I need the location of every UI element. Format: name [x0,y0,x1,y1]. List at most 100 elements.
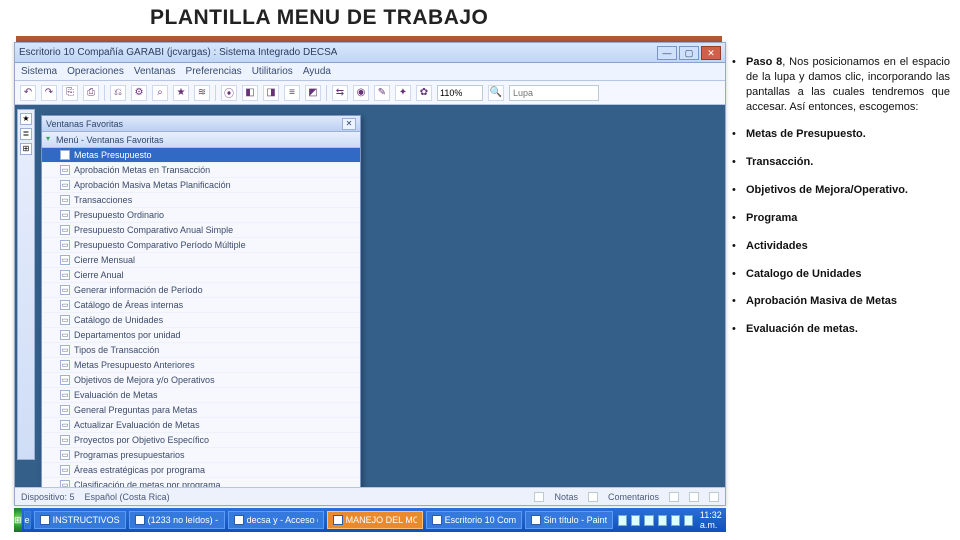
toolbar-icon-0[interactable]: ↶ [20,85,36,101]
favorite-item[interactable]: ▭Tipos de Transacción [42,343,360,358]
toolbar-icon-15[interactable]: ◉ [353,85,369,101]
favorite-label: Departamentos por unidad [74,330,181,340]
favorite-item[interactable]: ▭Cierre Mensual [42,253,360,268]
view-icon-3[interactable] [709,492,719,502]
toolbar-icon-4[interactable]: ⎌ [110,85,126,101]
toolbar-separator [104,85,105,101]
menu-ayuda[interactable]: Ayuda [303,66,331,77]
tray-icon-1[interactable] [631,515,640,526]
favorite-label: Evaluación de Metas [74,390,158,400]
favorite-item[interactable]: ▭Actualizar Evaluación de Metas [42,418,360,433]
favorites-close-icon[interactable]: ✕ [342,118,356,130]
favorite-item[interactable]: ▭Cierre Anual [42,268,360,283]
favorite-item[interactable]: ▭Presupuesto Comparativo Período Múltipl… [42,238,360,253]
side-tab-0[interactable]: ★ [20,113,32,125]
menu-operaciones[interactable]: Operaciones [67,66,124,77]
favorite-item[interactable]: ▭Generar información de Período [42,283,360,298]
instructions-panel: Paso 8, Nos posicionamos en el espacio d… [732,55,950,350]
toolbar-separator [326,85,327,101]
favorite-item[interactable]: ▭Presupuesto Ordinario [42,208,360,223]
instruction-bullet: Actividades [732,239,950,254]
favorite-item[interactable]: ▭Programas presupuestarios [42,448,360,463]
tray-icon-4[interactable] [671,515,680,526]
favorite-item[interactable]: ▭Metas Presupuesto Anteriores [42,358,360,373]
comments-icon[interactable] [588,492,598,502]
toolbar-icon-16[interactable]: ✎ [374,85,390,101]
slide-title: PLANTILLA MENU DE TRABAJO [150,6,488,30]
toolbar-icon-14[interactable]: ⇆ [332,85,348,101]
form-icon: ▭ [60,360,70,370]
favorite-item[interactable]: ▭Catálogo de Áreas internas [42,298,360,313]
menu-utilitarios[interactable]: Utilitarios [252,66,293,77]
maximize-button[interactable]: ▢ [679,46,699,60]
view-icon-1[interactable] [669,492,679,502]
favorite-item[interactable]: ▭Catálogo de Unidades [42,313,360,328]
toolbar-icon-11[interactable]: ◨ [263,85,279,101]
toolbar-icon-7[interactable]: ★ [173,85,189,101]
toolbar-icon-17[interactable]: ✦ [395,85,411,101]
tray-icon-3[interactable] [658,515,667,526]
tray-icon-2[interactable] [644,515,653,526]
toolbar-icon-18[interactable]: ✿ [416,85,432,101]
form-icon: ▭ [60,285,70,295]
menu-sistema[interactable]: Sistema [21,66,57,77]
favorite-label: Áreas estratégicas por programa [74,465,205,475]
app-window: Escritorio 10 Compañía GARABI (jcvargas)… [14,42,726,506]
favorite-item[interactable]: ▭Proyectos por Objetivo Específico [42,433,360,448]
favorite-item[interactable]: ▭Transacciones [42,193,360,208]
toolbar-icon-9[interactable]: ⦿ [221,85,237,101]
side-tab-2[interactable]: ⊞ [20,143,32,155]
favorites-window: Ventanas Favoritas ✕ Menú - Ventanas Fav… [41,115,361,495]
favorite-label: Presupuesto Comparativo Período Múltiple [74,240,246,250]
titlebar: Escritorio 10 Compañía GARABI (jcvargas)… [15,43,725,63]
toolbar-icon-8[interactable]: ≋ [194,85,210,101]
favorite-item[interactable]: ▭Evaluación de Metas [42,388,360,403]
start-button[interactable]: ⊞ [14,508,22,532]
favorite-item[interactable]: ▭Objetivos de Mejora y/o Operativos [42,373,360,388]
status-comments: Comentarios [608,492,659,502]
taskbar-item[interactable]: decsa y - Acceso di… [228,511,324,529]
taskbar-item[interactable]: Sin título - Paint [525,511,614,529]
favorite-item[interactable]: ▭Departamentos por unidad [42,328,360,343]
menu-ventanas[interactable]: Ventanas [134,66,176,77]
toolbar-icon-5[interactable]: ⚙ [131,85,147,101]
tray-icon-5[interactable] [684,515,693,526]
favorite-item[interactable]: ▭General Preguntas para Metas [42,403,360,418]
work-area: ★≣⊞ Ventanas Favoritas ✕ Menú - Ventanas… [15,105,725,487]
toolbar-icon-1[interactable]: ↷ [41,85,57,101]
menu-preferencias[interactable]: Preferencias [186,66,242,77]
form-icon: ▭ [60,315,70,325]
favorite-item[interactable]: ▭Áreas estratégicas por programa [42,463,360,478]
minimize-button[interactable]: — [657,46,677,60]
favorite-item[interactable]: ▭Aprobación Metas en Transacción [42,163,360,178]
toolbar-icon-13[interactable]: ◩ [305,85,321,101]
taskbar-item[interactable]: INSTRUCTIVOS [34,511,126,529]
toolbar-icon-3[interactable]: ⎙ [83,85,99,101]
toolbar-icon-12[interactable]: ≡ [284,85,300,101]
taskbar-item[interactable]: Escritorio 10 Comp… [426,511,522,529]
search-input[interactable] [509,85,599,101]
status-locale: Español (Costa Rica) [85,492,170,502]
favorite-item[interactable]: ▭Aprobación Masiva Metas Planificación [42,178,360,193]
notes-icon[interactable] [534,492,544,502]
side-tab-1[interactable]: ≣ [20,128,32,140]
favorite-item[interactable]: ▭Presupuesto Comparativo Anual Simple [42,223,360,238]
taskbar-item[interactable]: (1233 no leídos) - jc… [129,511,225,529]
form-icon: ▭ [60,420,70,430]
taskbar-item[interactable]: MANEJO DEL MOD… [327,511,423,529]
quick-launch-ie-icon[interactable]: e [24,511,31,529]
form-icon: ▭ [60,210,70,220]
zoom-input[interactable] [437,85,483,101]
toolbar-icon-2[interactable]: ⎘ [62,85,78,101]
view-icon-2[interactable] [689,492,699,502]
instruction-bullet: Programa [732,211,950,226]
favorite-label: Objetivos de Mejora y/o Operativos [74,375,215,385]
close-button[interactable]: ✕ [701,46,721,60]
tray-icon-0[interactable] [618,515,627,526]
toolbar-icon-6[interactable]: ⌕ [152,85,168,101]
favorite-item[interactable]: ▭Metas Presupuesto [42,148,360,163]
toolbar-icon-10[interactable]: ◧ [242,85,258,101]
search-icon[interactable]: 🔍 [488,85,504,101]
form-icon: ▭ [60,195,70,205]
favorite-label: Presupuesto Comparativo Anual Simple [74,225,233,235]
